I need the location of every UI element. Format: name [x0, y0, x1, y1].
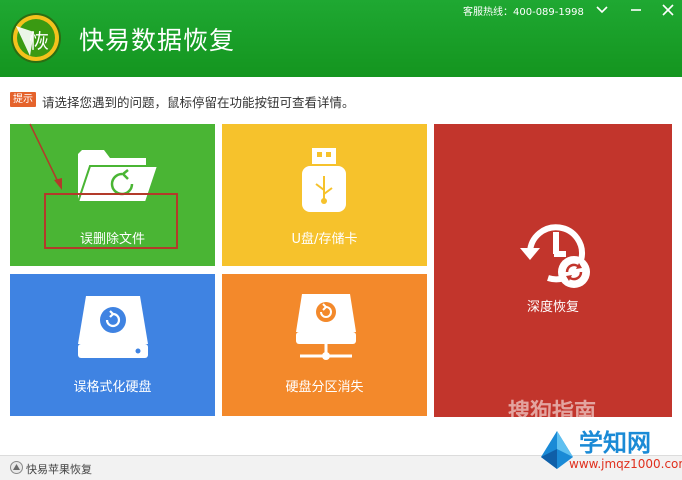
hard-disk-icon — [78, 296, 148, 358]
usb-card-label: U盘/存储卡 — [291, 232, 358, 247]
history-clock-icon — [520, 224, 590, 288]
xzw-title: 学知网 — [579, 429, 651, 457]
title-bar: 恢 快易数据恢复 客服热线：400-089-1998 — [0, 0, 682, 77]
partition-lost-label: 硬盘分区消失 — [285, 380, 364, 395]
apple-recovery-icon — [10, 461, 23, 474]
app-logo-icon: 恢 — [11, 13, 61, 63]
deep-recovery-label: 深度恢复 — [526, 300, 579, 315]
close-icon — [662, 4, 674, 16]
minimize-icon — [631, 9, 641, 11]
partition-lost-tile[interactable]: 硬盘分区消失 — [222, 274, 427, 416]
usb-card-tile[interactable]: U盘/存储卡 — [222, 124, 427, 266]
annotation-arrow-icon — [29, 123, 62, 190]
app-title: 快易数据恢复 — [79, 26, 236, 55]
close-button[interactable] — [656, 0, 680, 20]
minimize-button[interactable] — [624, 0, 648, 20]
xzw-watermark: 学知网 www.jmqz1000.com — [535, 423, 682, 479]
chevron-down-icon — [596, 6, 608, 14]
network-disk-icon — [296, 294, 356, 360]
formatted-disk-tile[interactable]: 误格式化硬盘 — [10, 274, 215, 416]
annotation-highlight-box — [44, 193, 178, 249]
dropdown-menu-button[interactable] — [590, 0, 614, 20]
sogou-watermark: 搜狗指南 — [508, 400, 597, 425]
logo-char: 恢 — [29, 29, 49, 53]
deep-recovery-tile[interactable]: 深度恢复 — [434, 124, 672, 417]
usb-drive-icon — [302, 148, 346, 212]
formatted-disk-label: 误格式化硬盘 — [73, 380, 152, 395]
tip-text: 请选择您遇到的问题，鼠标停留在功能按钮可查看详情。 — [42, 95, 355, 110]
xzw-url: www.jmqz1000.com — [569, 457, 682, 471]
tip-badge: 提示 — [10, 92, 36, 107]
service-hotline: 客服热线：400-089-1998 — [463, 7, 584, 18]
apple-recovery-link[interactable]: 快易苹果恢复 — [26, 461, 92, 477]
